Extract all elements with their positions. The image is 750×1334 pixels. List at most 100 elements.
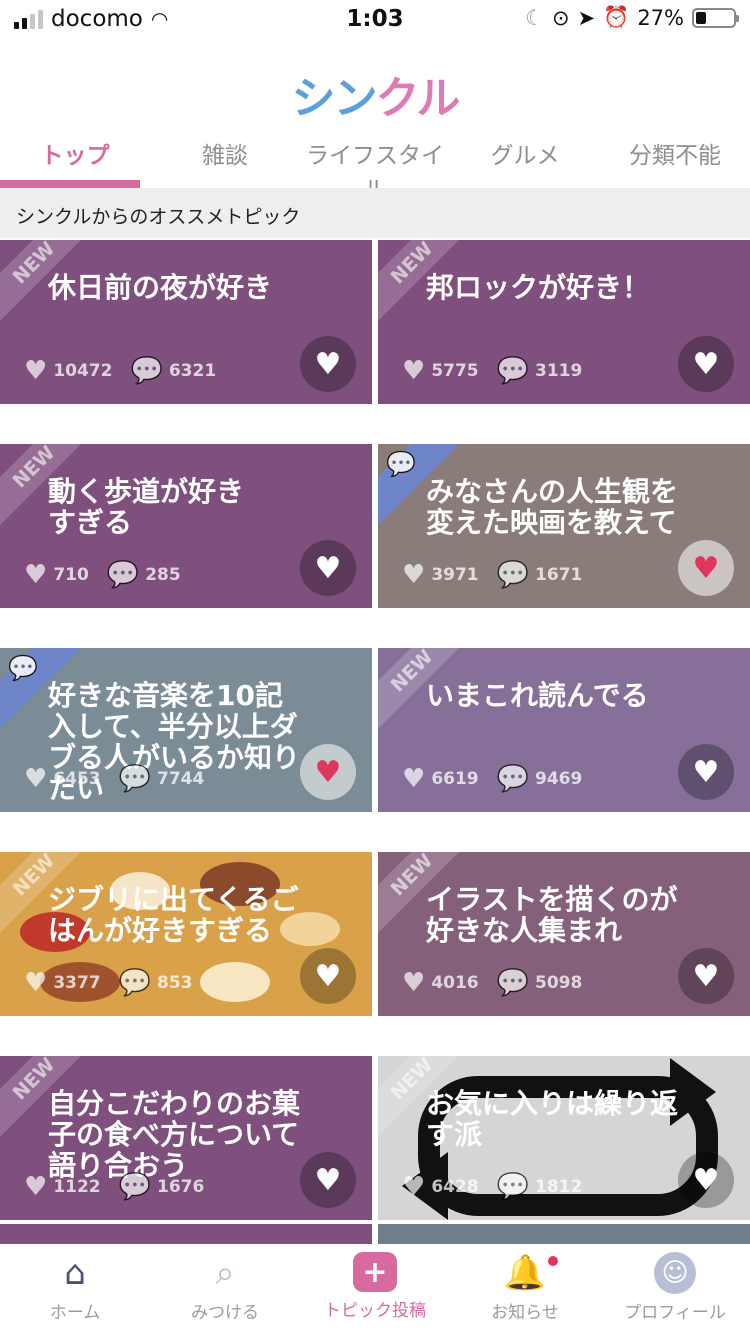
heart-icon: ♥ — [402, 1172, 426, 1202]
topic-card[interactable]: NEW イラストを描くのが 好きな人集まれ ♥ 4016 💬 5098 ♥ — [378, 852, 750, 1016]
like-button[interactable]: ♥ — [300, 744, 356, 800]
topic-title: いまこれ読んでる — [426, 679, 649, 712]
like-count-value: 5775 — [431, 361, 479, 381]
tab-underline — [0, 180, 140, 188]
like-count-value: 6428 — [431, 1177, 479, 1197]
comment-count: 💬 285 — [107, 562, 181, 588]
like-count: ♥ 710 — [24, 562, 89, 588]
topic-card[interactable]: NEW 邦ロックが好き！ ♥ 5775 💬 3119 ♥ — [378, 240, 750, 404]
plus-icon: + — [353, 1252, 397, 1292]
like-button[interactable]: ♥ — [678, 1152, 734, 1208]
food-illustration — [200, 962, 270, 1002]
like-button[interactable]: ♥ — [300, 1152, 356, 1208]
like-count: ♥ 6619 — [402, 766, 479, 792]
tab-gourmet[interactable]: グルメ — [450, 122, 600, 188]
nav-home-label: ホーム — [49, 1303, 101, 1323]
like-button[interactable]: ♥ — [678, 948, 734, 1004]
heart-icon: ♥ — [24, 1172, 48, 1202]
search-icon: ⌕ — [215, 1253, 235, 1293]
tab-uncategorized[interactable]: 分類不能 — [600, 122, 750, 188]
speech-bubble-icon: 💬 — [106, 560, 140, 590]
comment-count-value: 6321 — [168, 361, 217, 381]
comment-count-value: 1676 — [157, 1177, 205, 1197]
topic-title: イラストを描くのが 好きな人集まれ — [426, 883, 678, 947]
alarm-icon: ⏰ — [603, 5, 630, 29]
topic-card[interactable]: NEW 休日前の夜が好き ♥ 10472 💬 6321 ♥ — [0, 240, 372, 404]
like-count-value: 6453 — [53, 769, 101, 789]
profile-icon: ☺ — [654, 1252, 696, 1294]
topic-card[interactable]: NEW いまこれ読んでる ♥ 6619 💬 9469 ♥ — [378, 648, 750, 812]
topic-stats: ♥ 6428 💬 1812 — [402, 1174, 582, 1200]
topic-stats: ♥ 710 💬 285 — [24, 562, 181, 588]
notification-badge — [548, 1256, 558, 1266]
moon-icon: ☾ — [525, 5, 544, 30]
tab-chat[interactable]: 雑談 — [150, 122, 300, 188]
speech-bubble-icon: 💬 — [496, 968, 530, 998]
topic-title: 邦ロックが好き！ — [426, 271, 651, 304]
heart-icon: ♥ — [24, 356, 48, 386]
nav-post-topic-label: トピック投稿 — [324, 1301, 426, 1321]
nav-post-topic[interactable]: + トピック投稿 — [300, 1244, 450, 1334]
speech-bubble-icon: 💬 — [130, 356, 163, 386]
like-count-value: 3377 — [53, 973, 101, 993]
comment-count: 💬 7744 — [119, 766, 205, 792]
comment-count: 💬 5098 — [497, 970, 583, 996]
nav-notifications[interactable]: 🔔 お知らせ — [450, 1244, 600, 1334]
speech-bubble-icon: 💬 — [496, 764, 530, 794]
topic-card[interactable]: 💬 みなさんの人生観を 変えた映画を教えて ♥ 3971 💬 1671 ♥ — [378, 444, 750, 608]
like-button[interactable]: ♥ — [678, 744, 734, 800]
battery-icon — [692, 7, 739, 28]
heart-icon: ♥ — [24, 764, 48, 794]
heart-icon: ♥ — [402, 968, 426, 998]
topic-card[interactable]: 💬 好きな音楽を10記 入して、半分以上ダ ブる人がいるか知り たい ♥ 6453 💬 7… — [0, 648, 372, 812]
like-button[interactable]: ♥ — [300, 336, 356, 392]
like-count: ♥ 3377 — [24, 970, 101, 996]
topic-title: 自分こだわりのお菓 子の食べ方について 語り合おう — [48, 1087, 301, 1182]
tab-lifestyle[interactable]: ライフスタイル — [300, 122, 450, 203]
like-count: ♥ 6453 — [24, 766, 101, 792]
like-count-value: 1122 — [53, 1177, 101, 1197]
chat-plus-icon: 💬 — [386, 450, 416, 478]
like-count-value: 710 — [53, 565, 89, 585]
topic-stats: ♥ 6619 💬 9469 — [402, 766, 582, 792]
like-button[interactable]: ♥ — [678, 336, 734, 392]
topic-card[interactable]: NEW お気に入りは繰り返 す派 ♥ 6428 💬 1812 ♥ — [378, 1056, 750, 1220]
heart-icon: ♥ — [24, 968, 48, 998]
bottom-nav: ⌂ ホーム ⌕ みつける + トピック投稿 🔔 お知らせ ☺ プロフィール — [0, 1244, 750, 1334]
topic-stats: ♥ 1122 💬 1676 — [24, 1174, 204, 1200]
topic-stats: ♥ 10472 💬 6321 — [24, 358, 216, 384]
topic-stats: ♥ 6453 💬 7744 — [24, 766, 204, 792]
tab-top[interactable]: トップ — [0, 122, 150, 188]
topic-stats: ♥ 3377 💬 853 — [24, 970, 193, 996]
topic-card[interactable]: NEW 動く歩道が好き すぎる ♥ 710 💬 285 ♥ — [0, 444, 372, 608]
speech-bubble-icon: 💬 — [496, 356, 530, 386]
like-count: ♥ 6428 — [402, 1174, 479, 1200]
category-tabs: トップ 雑談 ライフスタイル グルメ 分類不能 — [0, 122, 750, 203]
comment-count-value: 3119 — [535, 361, 583, 381]
like-count-value: 10472 — [53, 361, 113, 381]
status-indicators: ☾ ⊙ ➤ ⏰ 27% — [525, 5, 739, 30]
comment-count: 💬 1812 — [497, 1174, 583, 1200]
topic-stats: ♥ 5775 💬 3119 — [402, 358, 582, 384]
app-logo: シンクル — [0, 62, 750, 126]
nav-home[interactable]: ⌂ ホーム — [0, 1244, 150, 1334]
nav-profile[interactable]: ☺ プロフィール — [600, 1244, 750, 1334]
like-button[interactable]: ♥ — [300, 540, 356, 596]
heart-icon: ♥ — [402, 764, 426, 794]
topic-card[interactable]: NEW 自分こだわりのお菓 子の食べ方について 語り合おう ♥ 1122 💬 1676 ♥ — [0, 1056, 372, 1220]
like-count: ♥ 10472 — [24, 358, 112, 384]
nav-profile-label: プロフィール — [624, 1303, 726, 1323]
comment-count-value: 9469 — [535, 769, 583, 789]
comment-count-value: 1812 — [535, 1177, 583, 1197]
comment-count: 💬 1676 — [119, 1174, 205, 1200]
section-header: シンクルからのオススメトピック — [0, 188, 750, 238]
home-icon: ⌂ — [64, 1253, 86, 1293]
topic-card[interactable]: NEW ジブリに出てくるご はんが好きすぎる ♥ 3377 💬 853 ♥ — [0, 852, 372, 1016]
topic-title: 動く歩道が好き すぎる — [48, 475, 245, 539]
rotation-lock-icon: ⊙ — [551, 5, 570, 30]
nav-discover[interactable]: ⌕ みつける — [150, 1244, 300, 1334]
like-button[interactable]: ♥ — [300, 948, 356, 1004]
comment-count-value: 5098 — [535, 973, 583, 993]
like-button[interactable]: ♥ — [678, 540, 734, 596]
chat-plus-icon: 💬 — [8, 654, 38, 682]
